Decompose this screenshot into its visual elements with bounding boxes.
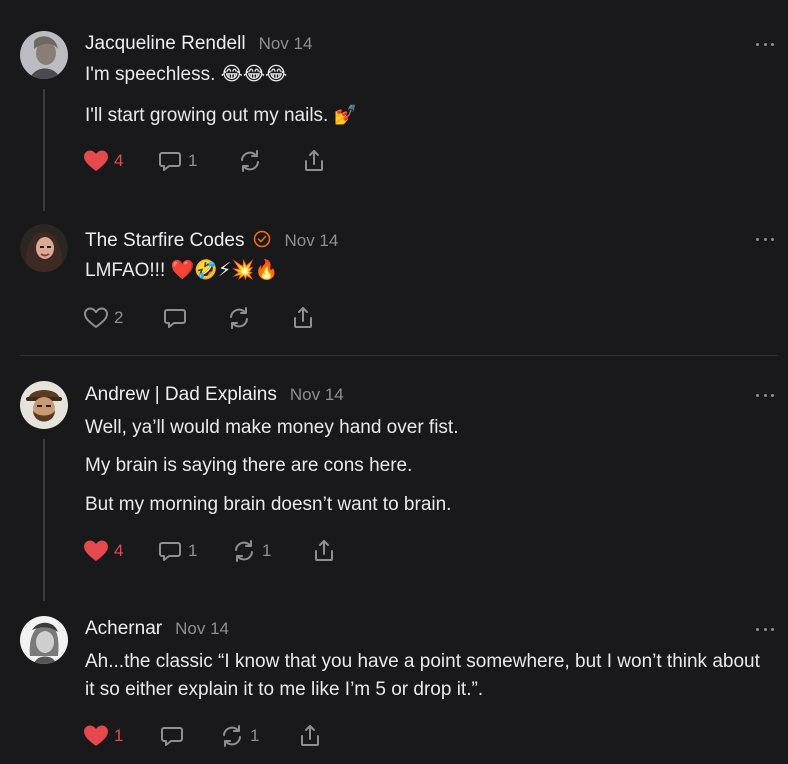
author-name[interactable]: The Starfire Codes [85,230,244,252]
share-button[interactable] [302,148,326,174]
comment-date[interactable]: Nov 14 [259,34,313,54]
author-name[interactable]: Jacqueline Rendell [85,33,246,55]
author-name[interactable]: Andrew | Dad Explains [85,384,277,406]
heart-outline-icon [84,307,108,329]
reply-button[interactable] [163,305,193,331]
comment-achernar: Achernar Nov 14 Ah...the classic “I know… [0,596,788,764]
heart-filled-icon [84,150,108,172]
like-count: 1 [114,726,124,745]
comment-line: Well, ya’ll would make money hand over f… [85,417,459,438]
restack-button[interactable] [227,305,257,331]
share-button[interactable] [298,723,322,749]
more-options-icon[interactable] [756,234,774,244]
avatar[interactable] [20,616,68,664]
comment-date[interactable]: Nov 14 [290,385,344,405]
like-count: 4 [114,541,124,560]
verified-badge-icon [253,230,271,248]
restack-icon [227,306,251,330]
avatar[interactable] [20,381,68,429]
more-options-icon[interactable] [756,39,774,49]
like-button[interactable]: 4 [84,538,123,564]
comment-andrew-dad-explains: Andrew | Dad Explains Nov 14 Well, ya’ll… [0,356,788,601]
share-icon [298,724,322,748]
comment-bubble-icon [160,724,184,748]
reply-count: 1 [188,541,198,560]
share-icon [291,306,315,330]
comment-line: LMFAO!!! ❤️🤣⚡💥🔥 [85,260,279,281]
comment-line: But my morning brain doesn’t want to bra… [85,494,452,515]
thread-line [43,89,45,211]
comment-jacqueline-rendell: Jacqueline Rendell Nov 14 I'm speechless… [0,0,788,211]
restack-button[interactable] [238,148,268,174]
like-button[interactable]: 1 [84,723,123,749]
restack-icon [232,539,256,563]
comment-bubble-icon [163,306,187,330]
reply-button[interactable]: 1 [158,148,197,174]
avatar[interactable] [20,31,68,79]
restack-button[interactable]: 1 [220,723,259,749]
avatar[interactable] [20,224,68,272]
share-button[interactable] [291,305,315,331]
restack-icon [220,724,244,748]
share-button[interactable] [312,538,336,564]
comment-date[interactable]: Nov 14 [284,231,338,251]
share-icon [302,149,326,173]
heart-filled-icon [84,725,108,747]
more-options-icon[interactable] [756,624,774,634]
author-name[interactable]: Achernar [85,618,162,640]
reply-count: 1 [188,151,198,170]
like-button[interactable]: 2 [84,305,123,331]
comment-the-starfire-codes: The Starfire Codes Nov 14 LMFAO!!! ❤️🤣⚡💥… [0,200,788,350]
reply-button[interactable] [160,723,190,749]
comment-line: I'll start growing out my nails. 💅 [85,105,358,126]
restack-count: 1 [262,541,272,560]
more-options-icon[interactable] [756,390,774,400]
like-count: 4 [114,151,124,170]
restack-icon [238,149,262,173]
comment-bubble-icon [158,149,182,173]
share-icon [312,539,336,563]
reply-button[interactable]: 1 [158,538,197,564]
comment-line: Ah...the classic “I know that you have a… [85,651,760,700]
restack-count: 1 [250,726,260,745]
comment-date[interactable]: Nov 14 [175,619,229,639]
like-button[interactable]: 4 [84,148,123,174]
restack-button[interactable]: 1 [232,538,271,564]
like-count: 2 [114,308,124,327]
comment-bubble-icon [158,539,182,563]
heart-filled-icon [84,540,108,562]
comment-line: My brain is saying there are cons here. [85,455,413,476]
comment-line: I'm speechless. 😂😂😂 [85,64,288,85]
thread-line [43,439,45,601]
